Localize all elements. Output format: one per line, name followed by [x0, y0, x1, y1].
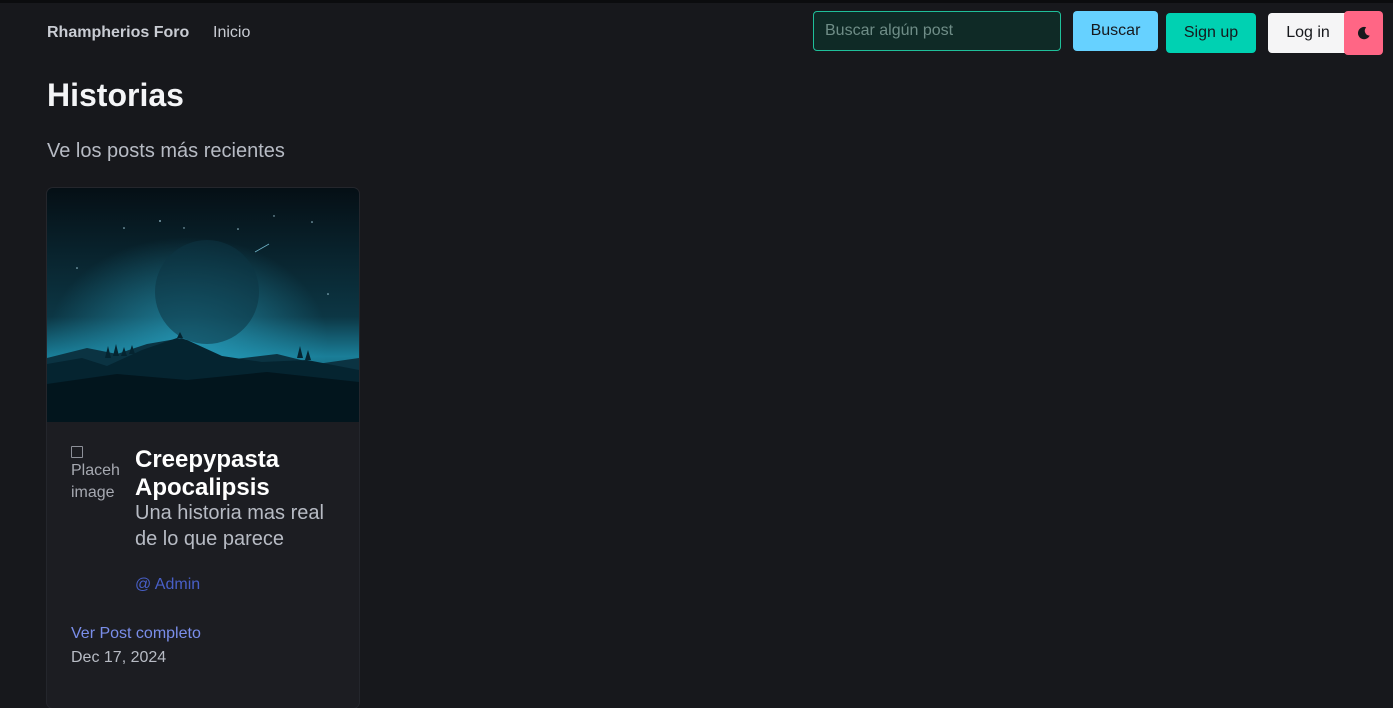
login-button[interactable]: Log in [1268, 13, 1348, 53]
read-more-link[interactable]: Ver Post completo [71, 625, 201, 643]
search-input[interactable] [813, 11, 1061, 51]
post-cover-image [47, 188, 359, 422]
post-description: Una historia mas real de lo que parece [135, 502, 324, 550]
nav-link-inicio[interactable]: Inicio [213, 24, 250, 42]
search-button[interactable]: Buscar [1073, 11, 1158, 51]
navbar: Rhampherios Foro Inicio Buscar Sign up L… [0, 3, 1393, 63]
page-subtitle: Ve los posts más recientes [47, 140, 285, 162]
page-title: Historias [47, 77, 184, 113]
moon-icon [1357, 26, 1370, 40]
author-avatar: Placeholder image [71, 446, 119, 510]
brand-logo[interactable]: Rhampherios Foro [47, 24, 189, 42]
broken-image-icon [71, 446, 83, 458]
post-card: Placeholder image Creepypasta Apocalipsi… [47, 188, 359, 708]
post-title: Creepypasta Apocalipsis [135, 446, 280, 501]
post-author-link[interactable]: @ Admin [135, 576, 200, 594]
theme-toggle-button[interactable] [1344, 11, 1383, 55]
post-date: Dec 17, 2024 [71, 649, 167, 666]
signup-button[interactable]: Sign up [1166, 13, 1256, 53]
avatar-alt-text: Placeholder image [71, 462, 119, 501]
